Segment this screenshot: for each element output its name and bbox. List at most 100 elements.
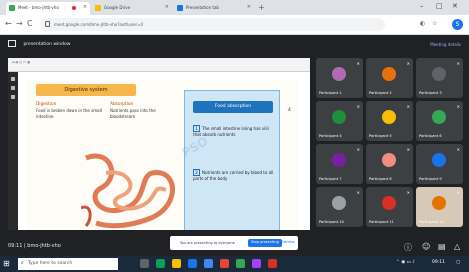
file-explorer-icon[interactable] — [172, 259, 181, 268]
tab-meet[interactable]: Meet - bmo-jhtb-vho × — [6, 2, 90, 15]
avatar — [332, 196, 346, 210]
sidebar-tool-icon[interactable] — [11, 77, 15, 81]
taskbar-search-field[interactable]: ⌕ Type here to search — [18, 258, 118, 270]
slide-column-right: Absorption Nutrients pass into the blood… — [110, 102, 178, 120]
edge-icon[interactable] — [156, 259, 165, 268]
activities-icon[interactable]: △ — [454, 242, 460, 251]
participant-tile[interactable]: ✕ Participant 2 — [366, 58, 413, 98]
chrome-icon[interactable] — [220, 259, 229, 268]
avatar — [382, 153, 396, 167]
slide-title: Digestive system — [36, 84, 136, 96]
star-icon[interactable]: ☆ — [432, 20, 437, 27]
participant-name: Participant 3 — [419, 91, 442, 95]
extension-icon[interactable]: ◐ — [420, 20, 425, 27]
taskbar-search-placeholder: Type here to search — [28, 261, 73, 266]
back-arrow-icon[interactable]: ← — [5, 19, 12, 28]
slide: Digestive system Digestion Food is broke… — [26, 80, 298, 230]
toolbar-menu-icon[interactable]: ≡ ▤ ◫ ▭ ◨ — [12, 60, 30, 64]
slideshow-sidebar — [8, 72, 18, 230]
meeting-details-link[interactable]: Meeting details — [430, 42, 461, 47]
avatar — [332, 67, 346, 81]
meet-icon — [9, 5, 15, 11]
number-badge-2: 2 — [193, 169, 200, 176]
tab-label: Meet - bmo-jhtb-vho — [18, 5, 59, 10]
system-tray-icons[interactable]: ⌃ ◉ ▭ ♪ — [396, 260, 415, 265]
mic-muted-icon: ✕ — [406, 61, 410, 66]
participant-tile[interactable]: ✕ Participant 8 — [366, 144, 413, 184]
participant-tile[interactable]: ✕ Participant 3 — [416, 58, 463, 98]
close-icon[interactable]: × — [83, 4, 87, 10]
close-icon[interactable]: × — [247, 4, 251, 10]
avatar — [432, 196, 446, 210]
dismiss-button[interactable]: Dismiss — [278, 239, 298, 247]
avatar — [382, 67, 396, 81]
app-icon[interactable] — [236, 259, 245, 268]
app-icon[interactable] — [252, 259, 261, 268]
tab-drive[interactable]: Google Drive × — [92, 2, 172, 15]
participant-name: Participant 12 — [419, 220, 444, 224]
avatar — [432, 110, 446, 124]
search-icon: ⌕ — [21, 260, 24, 266]
participant-tile[interactable]: ✕ Participant 1 — [316, 58, 363, 98]
meeting-time-code: 09:11 | bmo-jhtb-vho — [8, 243, 61, 249]
presentation-icon — [8, 40, 16, 47]
avatar — [332, 110, 346, 124]
info-item-2: 2 Nutrients are carried by blood to all p… — [193, 169, 275, 182]
info-icon[interactable]: ⓘ — [404, 242, 412, 253]
mic-muted-icon: ✕ — [456, 147, 460, 152]
avatar — [382, 110, 396, 124]
participant-tile[interactable]: ✕ Participant 4 — [316, 101, 363, 141]
participant-name: Participant 9 — [419, 177, 442, 181]
mic-muted-icon: ✕ — [356, 190, 360, 195]
chat-icon[interactable]: ▤ — [438, 242, 446, 251]
meet-control-bar: 09:11 | bmo-jhtb-vho You are presenting … — [0, 236, 469, 256]
tab-label: Presentation tab — [186, 5, 219, 10]
people-icon[interactable]: ☺ — [422, 242, 430, 251]
drive-icon — [95, 5, 101, 11]
close-icon[interactable]: × — [165, 4, 169, 10]
windows-start-icon[interactable]: ⊞ — [3, 259, 10, 268]
reload-icon[interactable]: C — [27, 19, 33, 28]
participant-tile[interactable]: ✕ Participant 5 — [366, 101, 413, 141]
avatar — [432, 153, 446, 167]
mic-muted-icon: ✕ — [406, 104, 410, 109]
minimize-icon[interactable]: – — [420, 2, 424, 10]
mic-muted-icon: ✕ — [456, 190, 460, 195]
app-icon[interactable] — [268, 259, 277, 268]
mic-muted-icon: ✕ — [356, 104, 360, 109]
participant-tile[interactable]: ✕ Participant 10 — [316, 187, 363, 227]
participant-tile[interactable]: ✕ Participant 7 — [316, 144, 363, 184]
participant-tile[interactable]: ✕ Participant 11 — [366, 187, 413, 227]
meet-header: presentation window — [8, 40, 70, 50]
store-icon[interactable] — [188, 259, 197, 268]
window-close-icon[interactable]: ✕ — [452, 2, 458, 10]
participant-tile[interactable]: ✕ Participant 6 — [416, 101, 463, 141]
task-view-icon[interactable] — [140, 259, 149, 268]
taskbar: ⊞ ⌕ Type here to search ⌃ ◉ ▭ ♪ 09:11 ▢ — [0, 256, 469, 272]
presenting-toast: You are presenting to everyone Stop pres… — [170, 236, 298, 250]
participant-grid: ✕ Participant 1 ✕ Participant 2 ✕ Participant… — [316, 58, 463, 230]
address-bar[interactable]: meet.google.com/bmo-jhtb-vho?authuser=0 — [40, 18, 385, 31]
meet-header-title: presentation window — [23, 42, 71, 47]
forward-arrow-icon[interactable]: → — [16, 19, 23, 28]
taskbar-clock: 09:11 — [432, 260, 445, 265]
notification-icon[interactable]: ▢ — [456, 260, 460, 265]
stop-presenting-button[interactable]: Stop presenting — [248, 239, 282, 247]
participant-tile[interactable]: ✕ Participant 12 — [416, 187, 463, 227]
participant-name: Participant 1 — [319, 91, 342, 95]
sidebar-tool-icon[interactable] — [11, 86, 15, 90]
participant-name: Participant 2 — [369, 91, 392, 95]
sidebar-tool-icon[interactable] — [11, 95, 15, 99]
participant-name: Participant 7 — [319, 177, 342, 181]
participant-tile[interactable]: ✕ Participant 9 — [416, 144, 463, 184]
avatar — [432, 67, 446, 81]
new-tab-button[interactable]: + — [258, 3, 265, 12]
profile-avatar[interactable]: S — [452, 19, 463, 30]
intestine-illustration — [81, 153, 175, 229]
participant-name: Participant 10 — [319, 220, 344, 224]
tab-presentation[interactable]: Presentation tab × — [174, 2, 254, 15]
mic-muted-icon: ✕ — [406, 190, 410, 195]
maximize-icon[interactable]: □ — [436, 2, 443, 10]
mail-icon[interactable] — [204, 259, 213, 268]
presented-screen: ≡ ▤ ◫ ▭ ◨ Digestive system Digestion Foo… — [8, 58, 310, 230]
